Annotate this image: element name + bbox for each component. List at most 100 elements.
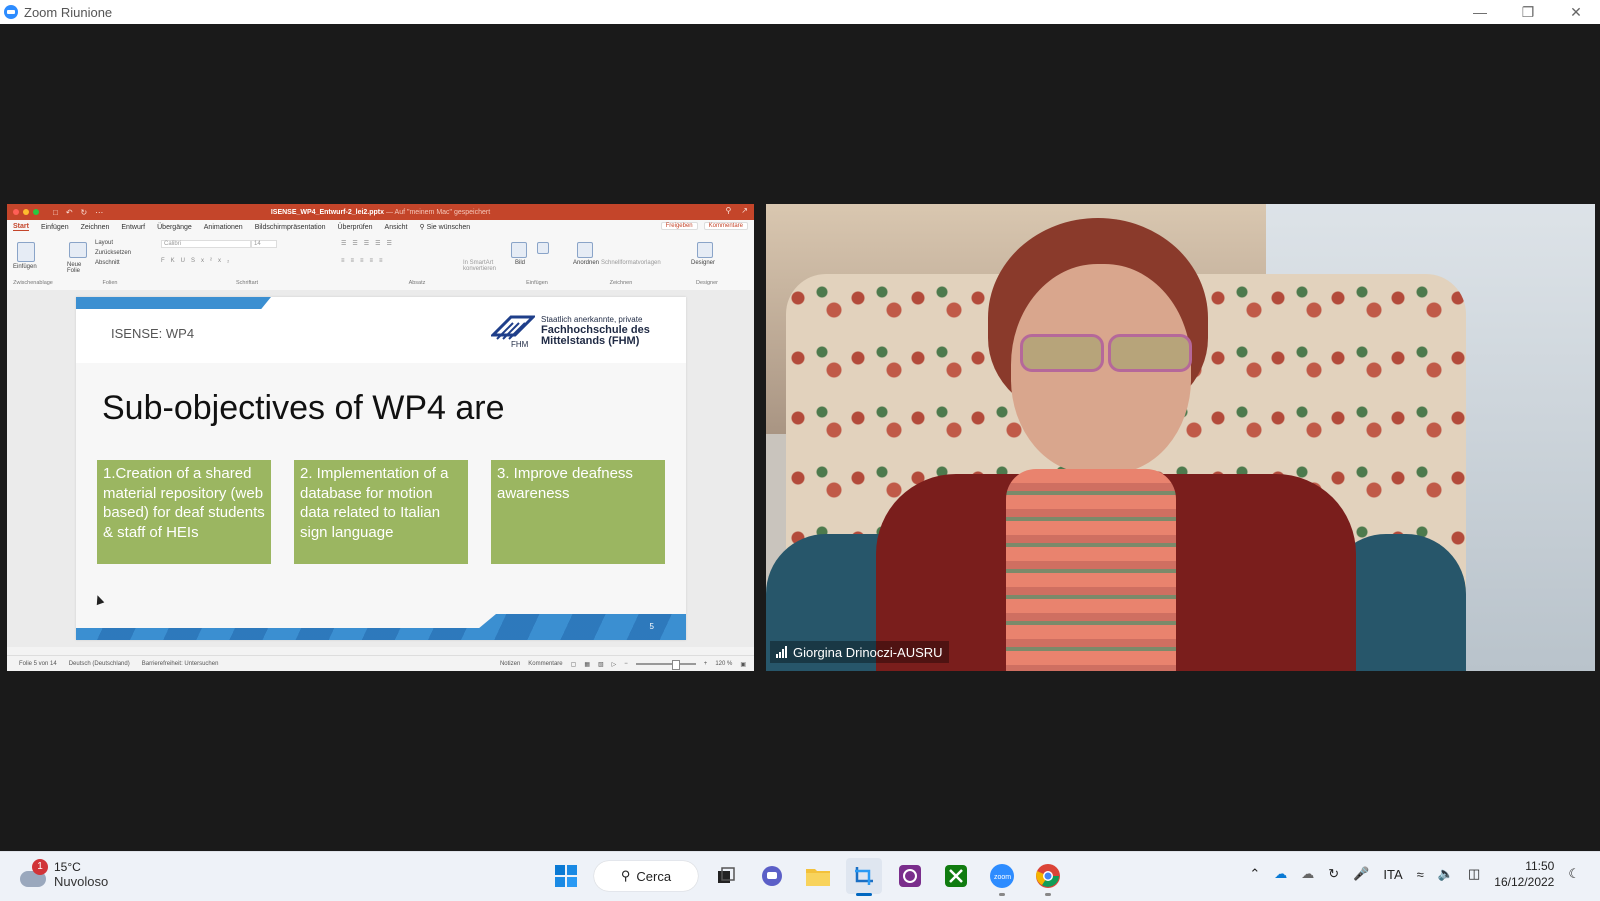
search-icon[interactable]: ⚲: [725, 206, 731, 215]
shapes-icon[interactable]: [537, 242, 549, 254]
restore-icon[interactable]: ❐: [1504, 0, 1552, 24]
slide[interactable]: ISENSE: WP4 FHM Staatlich anerkannte, pr…: [76, 297, 686, 640]
tab-slideshow[interactable]: Bildschirmpräsentation: [255, 224, 326, 231]
font-format-buttons[interactable]: FKUSx²x₂: [161, 258, 235, 264]
font-name-select[interactable]: Calibri: [161, 240, 251, 248]
slideshow-view-icon[interactable]: ▷: [612, 661, 617, 668]
new-slide-icon[interactable]: [69, 242, 87, 258]
zoom-slider[interactable]: [635, 660, 696, 670]
slide-footer-light: [76, 614, 496, 628]
share-button[interactable]: Freigeben: [660, 222, 698, 230]
chrome-icon[interactable]: [1030, 858, 1066, 896]
close-icon[interactable]: ✕: [1552, 0, 1600, 24]
zoom-out-icon[interactable]: −: [624, 661, 628, 667]
running-app-indicator: [999, 893, 1005, 896]
notifications-icon[interactable]: ☾: [1568, 866, 1580, 882]
tell-me-label: Sie wünschen: [426, 224, 471, 231]
fit-slide-icon[interactable]: ▣: [740, 661, 746, 668]
slide-editor-area: ISENSE: WP4 FHM Staatlich anerkannte, pr…: [7, 290, 754, 647]
status-comments-button[interactable]: Kommentare: [528, 661, 562, 667]
window-titlebar: Zoom Riunione — ❐ ✕: [0, 0, 1600, 24]
teams-chat-icon[interactable]: [754, 858, 790, 894]
start-icon[interactable]: [548, 858, 584, 894]
ppt-title-right: ⚲ ↗: [725, 206, 748, 215]
section-button[interactable]: Abschnitt: [95, 260, 120, 266]
clock-date: 16/12/2022: [1494, 875, 1555, 889]
group-label-slides: Folien: [102, 280, 118, 286]
participant-video[interactable]: Giorgina Drinoczi-AUSRU: [766, 204, 1595, 671]
picture-icon[interactable]: [511, 242, 527, 258]
tab-animations[interactable]: Animationen: [204, 224, 243, 231]
align-buttons[interactable]: ≡≡≡≡≡: [341, 258, 389, 264]
comments-button[interactable]: Kommentare: [703, 222, 748, 230]
sync-icon[interactable]: ↻: [1328, 866, 1339, 882]
font-size-select[interactable]: 14: [251, 240, 277, 248]
fhm-logo-mark: FHM: [491, 315, 535, 349]
search-icon: ⚲: [620, 868, 631, 883]
tell-me-field[interactable]: ⚲ Sie wünschen: [420, 223, 471, 231]
tab-design[interactable]: Entwurf: [121, 224, 145, 231]
xbox-icon[interactable]: [938, 858, 974, 894]
microphone-icon[interactable]: 🎤: [1353, 866, 1369, 882]
group-label-draw: Zeichnen: [609, 280, 633, 286]
input-language[interactable]: ITA: [1383, 867, 1402, 882]
smartart-button[interactable]: In SmartArt konvertieren: [463, 260, 501, 272]
minimize-icon[interactable]: —: [1456, 0, 1504, 24]
quick-styles-label[interactable]: Schnellformatvorlagen: [601, 260, 661, 266]
zoom-taskbar-icon[interactable]: zoom: [984, 858, 1020, 896]
zoom-app-icon: [4, 5, 18, 19]
share-icon[interactable]: ↗: [741, 206, 748, 215]
slide-project-label: ISENSE: WP4: [111, 326, 195, 341]
shared-screen: □ ↶ ↻ ⋯ ISENSE_WP4_Entwurf-2_lei2.pptx —…: [7, 204, 754, 671]
designer-icon[interactable]: [697, 242, 713, 258]
tab-insert[interactable]: Einfügen: [41, 224, 69, 231]
paste-icon[interactable]: [17, 242, 35, 262]
zoom-level[interactable]: 120 %: [715, 661, 732, 667]
tab-view[interactable]: Ansicht: [385, 224, 408, 231]
weather-icon-wrap: 1: [20, 858, 48, 887]
notes-button[interactable]: Notizen: [500, 661, 520, 667]
battery-icon[interactable]: ◫: [1468, 866, 1480, 882]
reading-view-icon[interactable]: ▧: [598, 661, 604, 668]
clock[interactable]: 11:50 16/12/2022: [1494, 858, 1554, 890]
list-buttons[interactable]: ☰☰☰☰☰: [341, 240, 398, 247]
tab-review[interactable]: Überprüfen: [338, 224, 373, 231]
weather-badge: 1: [32, 858, 48, 875]
fhm-logo-letters: FHM: [511, 340, 529, 349]
group-font: Calibri 14 FKUSx²x₂ Schriftart: [157, 238, 337, 286]
chevron-up-icon[interactable]: ⌃: [1249, 866, 1260, 882]
onedrive-personal-icon[interactable]: ☁: [1301, 866, 1314, 882]
arrange-icon[interactable]: [577, 242, 593, 258]
sorter-view-icon[interactable]: ▦: [584, 661, 590, 668]
slide-counter: Folie 5 von 14: [19, 661, 57, 667]
app-icon-purple[interactable]: [892, 858, 928, 894]
fhm-logo: FHM Staatlich anerkannte, private Fachho…: [491, 313, 671, 349]
normal-view-icon[interactable]: ▢: [571, 661, 577, 668]
accessibility-status[interactable]: Barrierefreiheit: Untersuchen: [142, 661, 219, 667]
wifi-icon[interactable]: ≈: [1417, 867, 1424, 882]
slide-headline: Sub-objectives of WP4 are: [102, 389, 505, 427]
language-status[interactable]: Deutsch (Deutschland): [69, 661, 130, 667]
task-view-icon[interactable]: [708, 858, 744, 894]
system-tray: ⌃ ☁ ☁ ↻ 🎤 ITA ≈ 🔈 ◫ 11:50 16/12/2022 ☾: [1249, 858, 1580, 890]
active-app-indicator: [856, 893, 872, 896]
taskbar: 1 15°C Nuvoloso ⚲ Cerca zoom ⌃ ☁ ☁ ↻ 🎤 I…: [0, 851, 1600, 901]
weather-widget[interactable]: 1 15°C Nuvoloso: [20, 858, 108, 889]
volume-icon[interactable]: 🔈: [1438, 866, 1454, 882]
tab-draw[interactable]: Zeichnen: [81, 224, 110, 231]
running-app-indicator: [1045, 893, 1051, 896]
zoom-in-icon[interactable]: +: [704, 661, 708, 667]
ppt-statusbar: Folie 5 von 14 Deutsch (Deutschland) Bar…: [7, 655, 754, 671]
group-label-insert: Einfügen: [526, 280, 548, 286]
participant-name: Giorgina Drinoczi-AUSRU: [793, 644, 943, 660]
onedrive-icon[interactable]: ☁: [1274, 866, 1287, 882]
reset-button[interactable]: Zurücksetzen: [95, 250, 131, 256]
snipping-tool-icon[interactable]: [846, 858, 882, 896]
tab-transitions[interactable]: Übergänge: [157, 224, 192, 231]
layout-button[interactable]: Layout: [95, 240, 113, 246]
ribbon-tabs: Start Einfügen Zeichnen Entwurf Übergäng…: [7, 220, 754, 234]
tab-start[interactable]: Start: [13, 223, 29, 231]
slide-top-accent: [76, 297, 271, 309]
taskbar-search[interactable]: ⚲ Cerca: [594, 861, 698, 891]
file-explorer-icon[interactable]: [800, 858, 836, 894]
